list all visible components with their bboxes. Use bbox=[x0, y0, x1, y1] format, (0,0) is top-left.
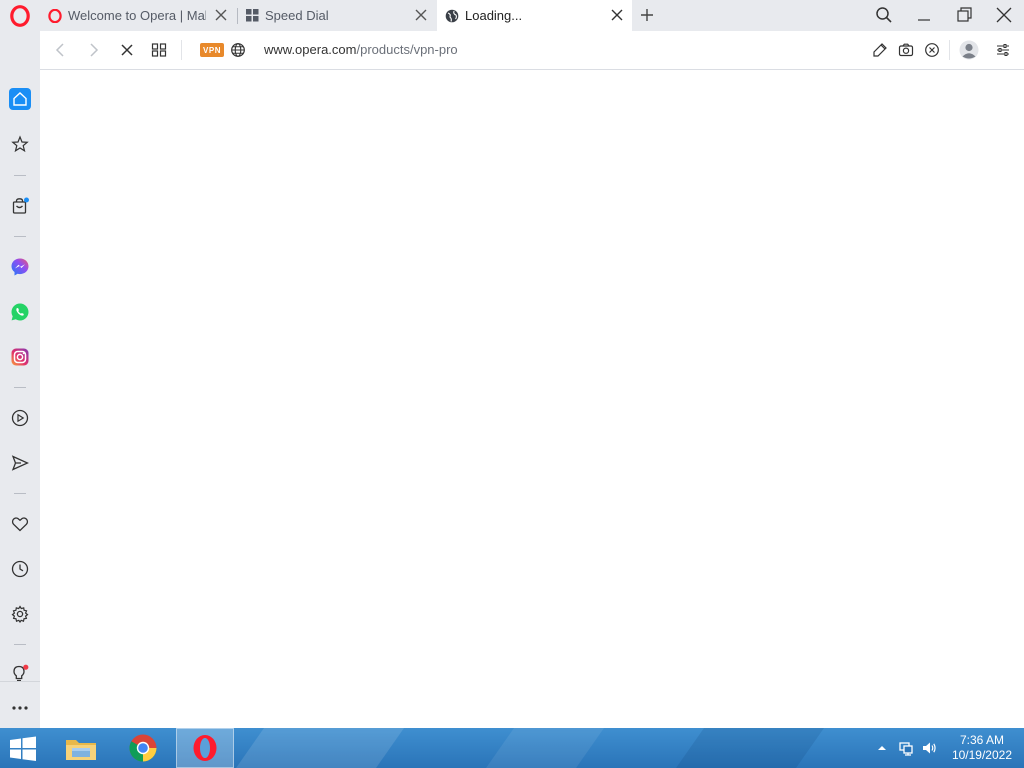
sidebar-divider bbox=[14, 236, 26, 237]
url-host: www.opera.com bbox=[264, 42, 357, 57]
taskbar-wallpaper-streak bbox=[485, 728, 605, 768]
tab-strip: Welcome to Opera | Make Speed Dial Loadi… bbox=[0, 0, 1024, 31]
tab-speed-dial[interactable]: Speed Dial bbox=[238, 0, 436, 31]
tab-overview-icon[interactable] bbox=[150, 41, 168, 59]
opera-menu-button[interactable] bbox=[0, 0, 40, 31]
star-icon bbox=[11, 135, 29, 153]
page-content bbox=[40, 70, 1024, 728]
start-button[interactable] bbox=[8, 736, 38, 762]
chrome-icon bbox=[129, 734, 157, 762]
minimize-button[interactable] bbox=[914, 5, 934, 25]
show-hidden-icons-icon[interactable] bbox=[874, 740, 890, 756]
folder-icon bbox=[66, 740, 96, 760]
url-field[interactable]: www.opera.com/products/vpn-pro bbox=[264, 42, 458, 57]
back-button[interactable] bbox=[52, 41, 70, 59]
globe-icon bbox=[445, 9, 459, 22]
whatsapp-icon bbox=[11, 303, 29, 321]
search-tabs-icon[interactable] bbox=[874, 5, 894, 25]
tab-welcome-opera[interactable]: Welcome to Opera | Make bbox=[40, 0, 236, 31]
messenger-icon bbox=[11, 258, 29, 276]
sidebar-item-bookmarks[interactable] bbox=[9, 133, 31, 155]
easy-setup-icon[interactable] bbox=[995, 42, 1011, 58]
screen: Welcome to Opera | Make Speed Dial Loadi… bbox=[0, 0, 1024, 768]
tab-title: Speed Dial bbox=[265, 8, 329, 23]
network-icon[interactable] bbox=[898, 740, 914, 756]
opera-logo-icon bbox=[10, 4, 30, 27]
sidebar-item-player[interactable] bbox=[9, 407, 31, 429]
home-icon bbox=[13, 92, 27, 106]
sidebar-item-more[interactable] bbox=[9, 697, 31, 719]
address-bar: VPN www.opera.com/products/vpn-pro bbox=[40, 31, 1024, 70]
stop-loading-button[interactable] bbox=[118, 41, 136, 59]
close-icon[interactable] bbox=[414, 8, 428, 22]
play-circle-icon bbox=[11, 409, 29, 427]
taskbar-wallpaper-streak bbox=[235, 728, 405, 768]
close-icon[interactable] bbox=[214, 8, 228, 22]
divider bbox=[181, 40, 182, 60]
forward-button[interactable] bbox=[84, 41, 102, 59]
divider bbox=[949, 40, 950, 60]
opera-logo-icon bbox=[193, 735, 217, 761]
sidebar-item-favorites[interactable] bbox=[9, 513, 31, 535]
gear-icon bbox=[11, 605, 29, 623]
taskbar: 7:36 AM 10/19/2022 bbox=[0, 728, 1024, 768]
sidebar-item-shopping[interactable] bbox=[9, 195, 31, 217]
shopping-bag-icon bbox=[12, 197, 29, 214]
profile-avatar-icon[interactable] bbox=[959, 40, 979, 60]
url-path: /products/vpn-pro bbox=[356, 42, 458, 57]
sidebar bbox=[0, 31, 40, 728]
instagram-icon bbox=[11, 348, 29, 366]
close-icon[interactable] bbox=[610, 8, 624, 22]
speed-dial-icon bbox=[246, 9, 259, 22]
sidebar-item-home[interactable] bbox=[9, 88, 31, 110]
sidebar-item-history[interactable] bbox=[9, 558, 31, 580]
tab-loading[interactable]: Loading... bbox=[437, 0, 632, 31]
sidebar-divider bbox=[0, 681, 40, 682]
clock-icon bbox=[11, 560, 29, 578]
sidebar-divider bbox=[14, 387, 26, 388]
restore-button[interactable] bbox=[954, 5, 974, 25]
sidebar-item-whatsapp[interactable] bbox=[9, 301, 31, 323]
new-tab-button[interactable] bbox=[638, 6, 656, 24]
sidebar-item-flow[interactable] bbox=[9, 452, 31, 474]
ad-block-icon[interactable] bbox=[924, 42, 940, 58]
heart-icon bbox=[11, 517, 29, 532]
taskbar-app-file-explorer[interactable] bbox=[52, 728, 110, 768]
camera-icon[interactable] bbox=[898, 42, 914, 58]
tab-title: Welcome to Opera | Make bbox=[68, 8, 206, 23]
sidebar-divider bbox=[14, 175, 26, 176]
sidebar-divider bbox=[14, 644, 26, 645]
tab-title: Loading... bbox=[465, 8, 523, 23]
opera-logo-icon bbox=[48, 8, 62, 23]
clock-time: 7:36 AM bbox=[959, 733, 1004, 747]
edit-icon[interactable] bbox=[872, 42, 888, 58]
ellipsis-icon bbox=[12, 706, 28, 710]
taskbar-app-opera[interactable] bbox=[176, 728, 234, 768]
system-clock[interactable]: 7:36 AM 10/19/2022 bbox=[952, 733, 1012, 763]
sidebar-item-settings[interactable] bbox=[9, 603, 31, 625]
vpn-badge[interactable]: VPN bbox=[200, 43, 224, 57]
sidebar-item-messenger[interactable] bbox=[9, 256, 31, 278]
taskbar-app-chrome[interactable] bbox=[114, 728, 172, 768]
sidebar-divider bbox=[14, 493, 26, 494]
send-icon bbox=[11, 455, 29, 471]
volume-icon[interactable] bbox=[921, 740, 937, 756]
sidebar-item-instagram[interactable] bbox=[9, 346, 31, 368]
globe-icon[interactable] bbox=[230, 42, 246, 58]
close-window-button[interactable] bbox=[994, 5, 1014, 25]
clock-date: 10/19/2022 bbox=[951, 748, 1012, 762]
taskbar-wallpaper-streak bbox=[675, 728, 825, 768]
